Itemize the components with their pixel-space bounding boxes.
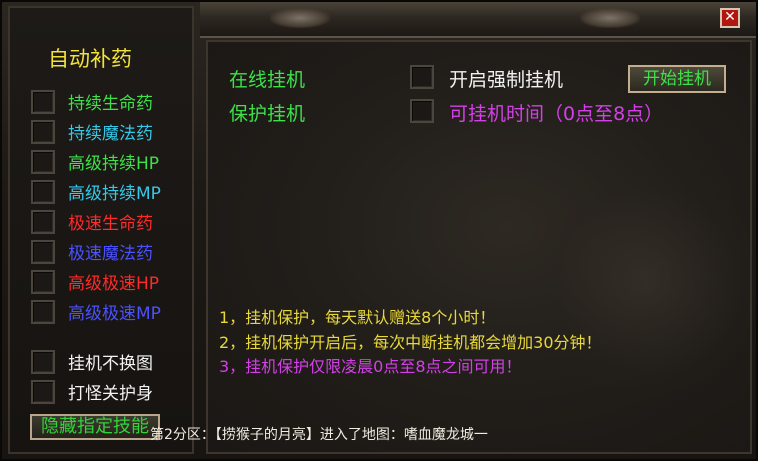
option-label: 高级极速MP	[68, 304, 161, 324]
protect-hangup-label: 保护挂机	[229, 103, 306, 125]
checkbox-option-6[interactable]	[31, 240, 55, 264]
option-label: 极速魔法药	[68, 244, 153, 264]
close-icon: ✕	[724, 9, 736, 25]
checkbox-option-2[interactable]	[31, 120, 55, 144]
checkbox-option-1[interactable]	[31, 90, 55, 114]
checkbox-option-8[interactable]	[31, 300, 55, 324]
online-hangup-label: 在线挂机	[229, 69, 306, 91]
option-label: 高级持续HP	[68, 154, 160, 174]
checkbox-option-7[interactable]	[31, 270, 55, 294]
system-message: 第2分区：【捞猴子的月亮】进入了地图：嗜血魔龙城一	[150, 427, 488, 443]
auto-potion-title: 自动补药	[48, 47, 132, 71]
close-button[interactable]: ✕	[720, 8, 740, 28]
note-1: 1，挂机保护，每天默认赠送8个小时！	[219, 308, 496, 327]
force-hangup-label: 开启强制挂机	[449, 69, 564, 91]
note-2: 2，挂机保护开启后，每次中断挂机都会增加30分钟！	[219, 333, 602, 352]
background-emblem	[528, 162, 758, 402]
option-label: 打怪关护身	[68, 384, 153, 404]
title-bar	[200, 2, 756, 38]
checkbox-hangup-time[interactable]	[410, 99, 434, 123]
checkbox-option-3[interactable]	[31, 150, 55, 174]
option-label: 持续生命药	[68, 94, 153, 114]
dragon-ornament-icon	[580, 8, 640, 28]
hangup-time-label: 可挂机时间（0点至8点）	[449, 103, 664, 125]
checkbox-option-4[interactable]	[31, 180, 55, 204]
option-label: 挂机不换图	[68, 354, 153, 374]
option-label: 持续魔法药	[68, 124, 153, 144]
note-3: 3，挂机保护仅限凌晨0点至8点之间可用！	[219, 357, 522, 376]
option-label: 极速生命药	[68, 214, 153, 234]
hide-skills-button[interactable]: 隐藏指定技能	[30, 414, 160, 440]
checkbox-force-hangup[interactable]	[410, 65, 434, 89]
checkbox-no-map-change[interactable]	[31, 350, 55, 374]
dragon-ornament-icon	[270, 8, 330, 28]
option-label: 高级极速HP	[68, 274, 160, 294]
start-hangup-button[interactable]: 开始挂机	[628, 65, 726, 93]
checkbox-option-5[interactable]	[31, 210, 55, 234]
option-label: 高级持续MP	[68, 184, 161, 204]
checkbox-disable-shield[interactable]	[31, 380, 55, 404]
